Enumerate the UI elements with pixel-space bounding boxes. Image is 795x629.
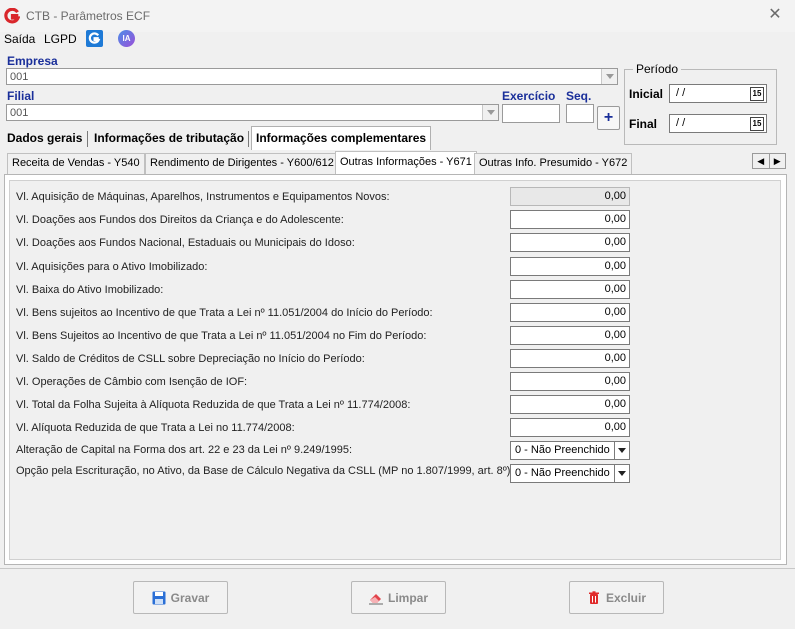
value-field[interactable]: 0,00 <box>510 187 630 206</box>
empresa-value: 001 <box>10 71 29 83</box>
tab-informacoes-tributacao[interactable]: Informações de tributação <box>90 128 248 150</box>
save-icon <box>152 591 166 604</box>
filial-label: Filial <box>7 89 35 103</box>
tab-outras-informacoes[interactable]: Outras Informações - Y671 <box>335 151 477 174</box>
chevron-down-icon[interactable] <box>482 105 498 120</box>
chevron-down-icon[interactable] <box>614 465 629 482</box>
chevron-down-icon[interactable] <box>614 442 629 459</box>
calendar-icon[interactable]: 15 <box>750 87 764 101</box>
row-label: Vl. Baixa do Ativo Imobilizado: <box>16 284 164 296</box>
scroll-right-icon[interactable]: ▶ <box>770 154 786 168</box>
value-field[interactable]: 0,00 <box>510 349 630 368</box>
tab-scroll[interactable]: ◀ ▶ <box>752 153 786 169</box>
app-logo-icon <box>4 8 20 24</box>
periodo-final-value: / / <box>676 117 686 129</box>
seq-label: Seq. <box>566 89 592 103</box>
ia-badge-icon[interactable]: IA <box>118 30 135 47</box>
row-label: Vl. Operações de Câmbio com Isenção de I… <box>16 376 248 388</box>
menu-item-lgpd[interactable]: LGPD <box>44 32 77 46</box>
tab-receita-vendas[interactable]: Receita de Vendas - Y540 <box>7 153 145 174</box>
row-label: Vl. Doações aos Fundos dos Direitos da C… <box>16 214 344 226</box>
calendar-icon[interactable]: 15 <box>750 117 764 131</box>
tab-outras-info-presumido[interactable]: Outras Info. Presumido - Y672 <box>474 153 633 174</box>
tab-informacoes-complementares[interactable]: Informações complementares <box>251 126 432 150</box>
add-button[interactable]: + <box>597 106 620 130</box>
tab-separator <box>248 131 249 147</box>
periodo-inicial-value: / / <box>676 87 686 99</box>
chevron-down-icon[interactable] <box>601 69 617 84</box>
row-label: Vl. Aquisição de Máquinas, Aparelhos, In… <box>16 191 390 203</box>
value-field[interactable]: 0,00 <box>510 303 630 322</box>
excluir-label: Excluir <box>605 590 647 605</box>
select-value: 0 - Não Preenchido <box>515 444 610 456</box>
empresa-label: Empresa <box>7 54 58 68</box>
empresa-select[interactable]: 001 <box>6 68 618 85</box>
trash-icon <box>588 590 599 604</box>
opcao-escrituracao-select[interactable]: 0 - Não Preenchido <box>510 464 630 483</box>
row-label: Vl. Aquisições para o Ativo Imobilizado: <box>16 261 208 273</box>
eraser-icon <box>368 593 383 604</box>
value-field[interactable]: 0,00 <box>510 395 630 414</box>
row-label: Vl. Bens sujeitos ao Incentivo de que Tr… <box>16 307 433 319</box>
filial-select[interactable]: 001 <box>6 104 499 121</box>
row-label: Vl. Doações aos Fundos Nacional, Estadua… <box>16 237 355 249</box>
periodo-inicial-input[interactable]: / / 15 <box>669 84 767 103</box>
window-title: CTB - Parâmetros ECF <box>26 9 151 23</box>
value-field[interactable]: 0,00 <box>510 257 630 276</box>
exercicio-input[interactable] <box>502 104 560 123</box>
value-field[interactable]: 0,00 <box>510 280 630 299</box>
value-field[interactable]: 0,00 <box>510 210 630 229</box>
menu-item-saida[interactable]: Saída <box>4 32 35 46</box>
value-field[interactable]: 0,00 <box>510 372 630 391</box>
row-label: Vl. Total da Folha Sujeita à Alíquota Re… <box>16 399 411 411</box>
gravar-label: Gravar <box>170 590 210 605</box>
tab-dados-gerais[interactable]: Dados gerais <box>3 128 86 150</box>
periodo-final-input[interactable]: / / 15 <box>669 114 767 133</box>
g-brand-icon[interactable] <box>86 30 103 47</box>
value-field[interactable]: 0,00 <box>510 418 630 437</box>
close-icon[interactable]: ✕ <box>764 4 786 26</box>
gravar-button[interactable]: Gravar <box>133 581 228 614</box>
select-value: 0 - Não Preenchido <box>515 467 610 479</box>
limpar-button[interactable]: Limpar <box>351 581 446 614</box>
periodo-legend: Período <box>633 62 682 76</box>
row-label: Opção pela Escrituração, no Ativo, da Ba… <box>16 465 511 477</box>
periodo-group <box>624 69 777 145</box>
exercicio-label: Exercício <box>502 89 556 103</box>
seq-input[interactable] <box>566 104 594 123</box>
row-label: Vl. Saldo de Créditos de CSLL sobre Depr… <box>16 353 365 365</box>
tab-separator <box>87 131 88 147</box>
row-label: Vl. Alíquota Reduzida de que Trata a Lei… <box>16 422 295 434</box>
excluir-button[interactable]: Excluir <box>569 581 664 614</box>
divider <box>0 568 795 569</box>
filial-value: 001 <box>10 107 29 119</box>
plus-icon: + <box>603 109 614 126</box>
row-label: Alteração de Capital na Forma dos art. 2… <box>16 444 353 456</box>
tab-rendimento-dirigentes[interactable]: Rendimento de Dirigentes - Y600/612 <box>145 153 339 174</box>
alteracao-capital-select[interactable]: 0 - Não Preenchido <box>510 441 630 460</box>
periodo-final-label: Final <box>629 117 658 131</box>
periodo-inicial-label: Inicial <box>629 87 664 101</box>
row-label: Vl. Bens Sujeitos ao Incentivo de que Tr… <box>16 330 427 342</box>
value-field[interactable]: 0,00 <box>510 233 630 252</box>
value-field[interactable]: 0,00 <box>510 326 630 345</box>
scroll-left-icon[interactable]: ◀ <box>753 154 770 168</box>
limpar-label: Limpar <box>387 590 428 605</box>
